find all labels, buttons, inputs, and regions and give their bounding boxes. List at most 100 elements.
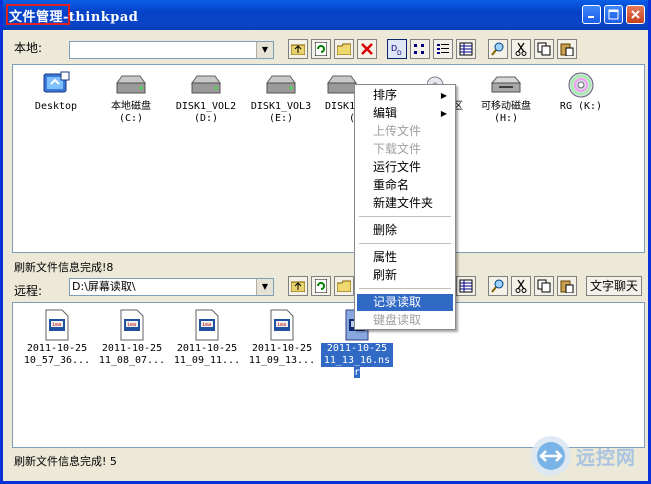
svg-text:iea: iea	[277, 322, 286, 328]
file-name-line2: 11_08_07...	[98, 355, 166, 366]
file-name-line1: 2011-10-25	[26, 343, 88, 354]
new-folder-icon	[337, 43, 351, 55]
remote-label: 远程:	[14, 284, 43, 298]
file-name-line2: 11_13_16.ns	[321, 355, 393, 367]
file-name-line2: 11_09_11...	[173, 355, 241, 366]
title-main: 文件管理	[9, 10, 64, 25]
file-name-line3: r	[353, 367, 361, 378]
drive-letter: (H:)	[493, 113, 519, 124]
copy-icon	[537, 279, 551, 293]
new-folder-button[interactable]	[334, 39, 354, 59]
nsr-file-icon: iea	[120, 309, 144, 341]
local-file-panel[interactable]: Desktop 本地磁盘 (C:) DISK1_VOL2 (D:) DISK1_…	[12, 64, 645, 253]
paste-button[interactable]	[557, 39, 577, 59]
file-item[interactable]: iea 2011-10-25 10_57_36...	[21, 307, 93, 367]
close-icon	[631, 10, 640, 19]
remote-path-combo[interactable]: D:\屏幕读取\ ▼	[69, 278, 274, 296]
text-chat-button[interactable]: 文字聊天	[586, 276, 642, 296]
paste-icon	[560, 280, 574, 293]
removable-drive-icon	[490, 76, 522, 93]
refresh-button[interactable]	[311, 39, 331, 59]
remote-paste-button[interactable]	[557, 276, 577, 296]
remote-view-details-button[interactable]	[456, 276, 476, 296]
menu-item-label: 运行文件	[373, 160, 422, 174]
drive-name: DISK1_VOL2	[175, 101, 237, 112]
view-large-icons-button[interactable]: DD	[387, 39, 407, 59]
menu-item-properties[interactable]: 属性	[357, 249, 453, 266]
search-button[interactable]	[488, 39, 508, 59]
menu-item-label: 属性	[373, 250, 398, 264]
drive-letter: (E:)	[268, 113, 294, 124]
copy-icon	[537, 42, 551, 56]
file-name-line1: 2011-10-25	[101, 343, 163, 354]
svg-text:D: D	[397, 50, 402, 56]
menu-item-edit[interactable]: 编辑 ▶	[357, 105, 453, 122]
close-button[interactable]	[626, 5, 645, 24]
drive-item-desktop[interactable]: Desktop	[20, 69, 92, 113]
svg-text:iea: iea	[202, 322, 211, 328]
paste-icon	[560, 43, 574, 56]
drive-item-c[interactable]: 本地磁盘 (C:)	[95, 69, 167, 125]
drive-item-k[interactable]: RG (K:)	[545, 69, 617, 113]
refresh-icon	[315, 279, 327, 293]
drive-item-e[interactable]: DISK1_VOL3 (E:)	[245, 69, 317, 125]
drive-name: RG (K:)	[559, 101, 603, 112]
file-item[interactable]: iea 2011-10-25 11_09_11...	[171, 307, 243, 367]
menu-separator	[359, 288, 451, 289]
menu-item-download: 下载文件	[357, 141, 453, 158]
up-folder-button[interactable]	[288, 39, 308, 59]
chevron-down-icon[interactable]: ▼	[256, 279, 273, 295]
menu-item-upload: 上传文件	[357, 123, 453, 140]
copy-button[interactable]	[534, 39, 554, 59]
maximize-button[interactable]	[604, 5, 623, 24]
submenu-arrow-icon: ▶	[440, 109, 447, 118]
menu-item-delete[interactable]: 删除	[357, 222, 453, 239]
menu-item-label: 下载文件	[373, 142, 422, 156]
chevron-down-icon[interactable]: ▼	[256, 42, 273, 58]
remote-new-folder-button[interactable]	[334, 276, 354, 296]
menu-item-rename[interactable]: 重命名	[357, 177, 453, 194]
local-path-combo[interactable]: ▼	[69, 41, 274, 59]
file-name-line1: 2011-10-25	[251, 343, 313, 354]
remote-cut-button[interactable]	[511, 276, 531, 296]
delete-icon	[361, 43, 373, 55]
menu-item-label: 重命名	[373, 178, 410, 192]
menu-item-run-file[interactable]: 运行文件	[357, 159, 453, 176]
view-small-icons-button[interactable]	[410, 39, 430, 59]
file-manager-window: 文件管理-thinkpad 本地: ▼ DD Desktop 本地磁盘 (C:)…	[0, 0, 651, 484]
menu-item-label: 上传文件	[373, 124, 422, 138]
drive-name: DISK1_VOL3	[250, 101, 312, 112]
hard-drive-icon	[116, 75, 146, 94]
view-list-button[interactable]	[433, 39, 453, 59]
remote-refresh-button[interactable]	[311, 276, 331, 296]
delete-button[interactable]	[357, 39, 377, 59]
menu-item-sort[interactable]: 排序 ▶	[357, 87, 453, 104]
menu-item-refresh[interactable]: 刷新	[357, 267, 453, 284]
file-item[interactable]: iea 2011-10-25 11_09_13...	[246, 307, 318, 367]
file-item[interactable]: iea 2011-10-25 11_08_07...	[96, 307, 168, 367]
menu-separator	[359, 216, 451, 217]
drive-name: Desktop	[34, 101, 78, 112]
drive-name: 可移动磁盘	[481, 101, 531, 112]
menu-item-label: 键盘读取	[373, 313, 422, 327]
remote-copy-button[interactable]	[534, 276, 554, 296]
scissors-icon	[515, 42, 527, 56]
menu-item-new-folder[interactable]: 新建文件夹	[357, 195, 453, 212]
file-name-line2: 11_09_13...	[248, 355, 316, 366]
view-details-button[interactable]	[456, 39, 476, 59]
title-bar[interactable]: 文件管理-thinkpad	[3, 0, 648, 30]
svg-text:iea: iea	[52, 322, 61, 328]
drive-item-h[interactable]: 可移动磁盘 (H:)	[470, 69, 542, 125]
title-host: thinkpad	[68, 10, 139, 25]
menu-item-label: 排序	[373, 88, 398, 102]
remote-file-panel[interactable]: iea 2011-10-25 10_57_36... iea 2011-10-2…	[12, 302, 645, 448]
remote-search-button[interactable]	[488, 276, 508, 296]
drive-item-d[interactable]: DISK1_VOL2 (D:)	[170, 69, 242, 125]
minimize-button[interactable]	[582, 5, 601, 24]
up-folder-icon	[291, 44, 305, 55]
menu-item-record-read[interactable]: 记录读取	[357, 294, 453, 311]
large-icons-icon: DD	[391, 44, 402, 56]
menu-item-label: 编辑	[373, 106, 398, 120]
remote-up-folder-button[interactable]	[288, 276, 308, 296]
cut-button[interactable]	[511, 39, 531, 59]
